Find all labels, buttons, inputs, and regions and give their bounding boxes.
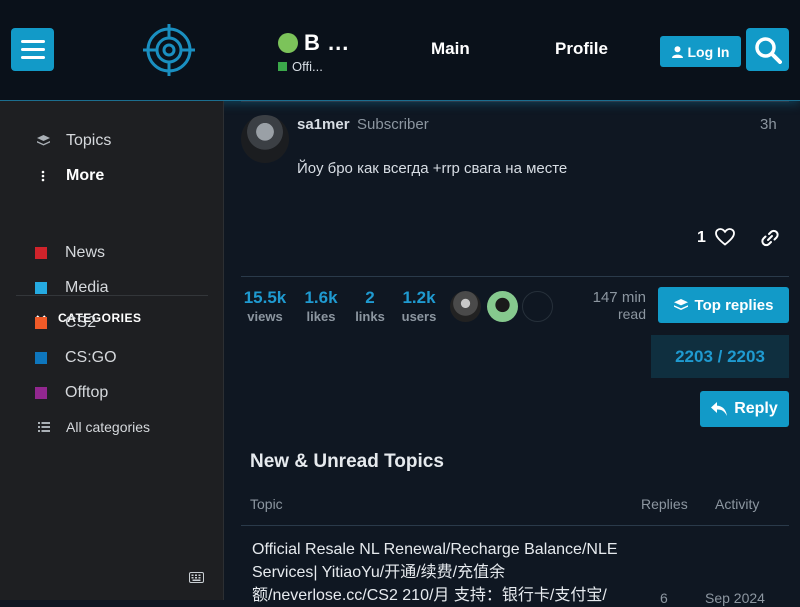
reply-button[interactable]: Reply <box>700 391 789 427</box>
participant-avatar[interactable] <box>450 291 481 322</box>
site-name: B ... <box>304 30 350 55</box>
site-title[interactable]: B ... Offi... <box>278 30 349 74</box>
category-color-icon <box>35 352 47 364</box>
sidebar-item-more[interactable]: More <box>16 160 206 192</box>
stat-likes[interactable]: 1.6k likes <box>300 288 342 324</box>
like-count[interactable]: 1 <box>697 229 706 247</box>
stat-views: 15.5k views <box>241 288 289 324</box>
category-label: CS:GO <box>65 349 117 366</box>
sidebar-item-news[interactable]: News <box>15 237 205 269</box>
sidebar-item-media[interactable]: Media <box>15 272 205 304</box>
list-icon <box>37 422 51 432</box>
post-username[interactable]: sa1mer <box>297 116 350 133</box>
category-label: Media <box>65 279 109 296</box>
category-color-icon <box>35 317 47 329</box>
login-button[interactable]: Log In <box>660 36 741 67</box>
read-time: 147 min read <box>588 289 646 322</box>
hamburger-menu-button[interactable] <box>11 28 54 71</box>
column-header-activity[interactable]: Activity <box>715 496 759 512</box>
link-icon[interactable] <box>760 228 780 248</box>
topic-replies: 6 <box>660 590 668 606</box>
participant-avatar[interactable] <box>487 291 518 322</box>
sidebar-item-offtop[interactable]: Offtop <box>15 377 205 409</box>
read-time-label: read <box>617 306 646 322</box>
stat-label: links <box>355 309 385 324</box>
status-dot-icon <box>278 33 298 53</box>
stat-users[interactable]: 1.2k users <box>398 288 440 324</box>
stat-label: likes <box>306 309 336 324</box>
all-categories-label: All categories <box>66 419 151 435</box>
stat-number: 1.6k <box>304 288 338 307</box>
reply-icon <box>711 402 728 416</box>
stat-label: users <box>401 309 437 324</box>
post-divider <box>241 101 789 102</box>
vertical-ellipsis-icon <box>36 170 50 182</box>
site-header: B ... Offi... Main Profile Log In <box>0 0 800 101</box>
nav-main-link[interactable]: Main <box>431 39 470 59</box>
login-label: Log In <box>687 43 730 60</box>
sidebar-item-csgo[interactable]: CS:GO <box>15 342 205 374</box>
category-color-icon <box>35 282 47 294</box>
keyboard-icon[interactable] <box>189 572 204 583</box>
stat-number: 2 <box>365 288 375 307</box>
sidebar-item-label: More <box>66 167 105 184</box>
category-label: Offtop <box>65 384 109 401</box>
post-timestamp[interactable]: 3h <box>760 116 777 133</box>
category-badge-icon <box>278 62 287 71</box>
category-label: News <box>65 244 106 261</box>
stat-links[interactable]: 2 links <box>352 288 388 324</box>
post-user-title: Subscriber <box>357 116 429 133</box>
top-replies-button[interactable]: Top replies <box>658 287 789 323</box>
category-color-icon <box>35 387 47 399</box>
sidebar: Topics More CATEGORIES News Media CS2 CS… <box>0 101 224 600</box>
search-button[interactable] <box>746 28 789 71</box>
site-subtitle: Offi... <box>292 59 323 74</box>
topic-link[interactable]: Official Resale NL Renewal/Recharge Bala… <box>252 538 622 607</box>
reply-label: Reply <box>734 400 778 417</box>
crosshair-logo-icon[interactable] <box>143 24 195 76</box>
sidebar-item-topics[interactable]: Topics <box>16 125 206 157</box>
topic-map-divider <box>241 276 789 277</box>
nav-profile-link[interactable]: Profile <box>555 39 608 59</box>
heart-icon[interactable] <box>715 228 735 246</box>
post-progress-indicator[interactable]: 2203 / 2203 <box>651 335 789 378</box>
sidebar-item-label: Topics <box>66 132 112 149</box>
stat-label: views <box>247 309 283 324</box>
category-color-icon <box>35 247 47 259</box>
sidebar-item-cs2[interactable]: CS2 <box>15 307 205 339</box>
column-header-topic[interactable]: Topic <box>250 496 283 512</box>
layers-icon <box>673 298 688 310</box>
stat-number: 1.2k <box>402 288 436 307</box>
search-icon <box>754 36 782 64</box>
topic-activity[interactable]: Sep 2024 <box>705 590 765 606</box>
category-label: CS2 <box>65 314 97 331</box>
column-header-replies[interactable]: Replies <box>641 496 688 512</box>
participant-avatar[interactable] <box>522 291 553 322</box>
avatar[interactable] <box>241 115 289 163</box>
sidebar-item-all-categories[interactable]: All categories <box>15 411 205 443</box>
post-body: Йоу бро как всегда +rrp свага на месте <box>297 160 568 177</box>
user-icon <box>671 45 683 58</box>
section-title: New & Unread Topics <box>250 451 444 472</box>
stat-number: 15.5k <box>243 288 287 307</box>
top-replies-label: Top replies <box>694 296 774 314</box>
read-time-value: 147 min <box>592 289 646 306</box>
layers-icon <box>36 135 50 147</box>
table-header-divider <box>241 525 789 526</box>
